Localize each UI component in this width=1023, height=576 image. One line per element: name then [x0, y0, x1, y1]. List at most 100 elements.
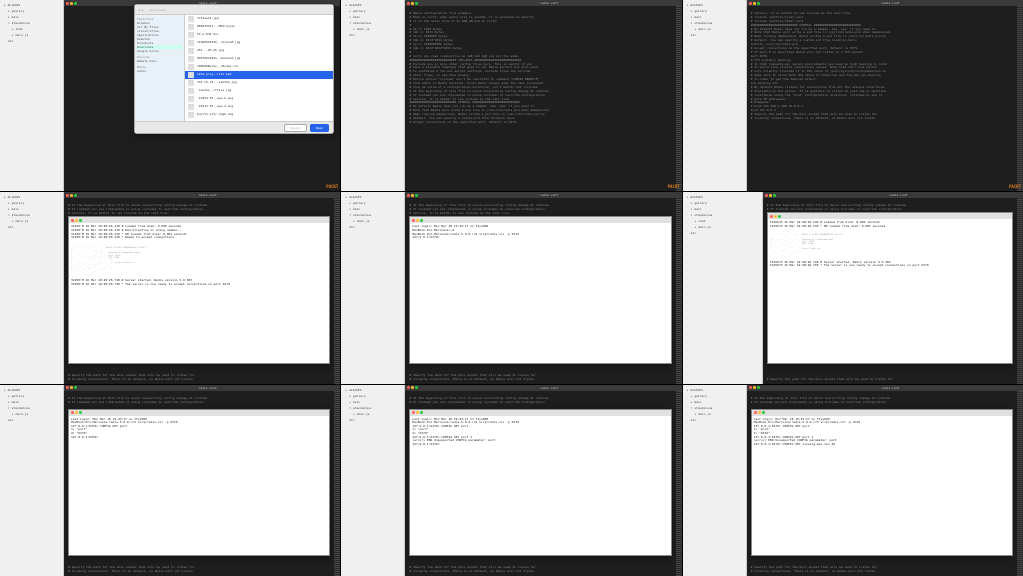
sidebar-item[interactable]: etc — [2, 224, 61, 230]
max-icon[interactable] — [79, 411, 82, 414]
terminal-window[interactable]: 31250:M 16 Mar 19:48:26.130 # Loaded fro… — [68, 216, 330, 363]
close-icon[interactable] — [71, 219, 74, 222]
minimap[interactable] — [1017, 198, 1023, 383]
min-icon[interactable] — [411, 2, 414, 5]
min-icon[interactable] — [416, 411, 419, 414]
pane-config-get: ▸ ALIASES ▸ gallery ▸ main ▾ standalone … — [0, 385, 340, 576]
term-prompt[interactable]: 127.0.0.1:6379> — [412, 236, 668, 240]
min-icon[interactable] — [758, 411, 761, 414]
sidebar-item[interactable]: etc — [2, 417, 61, 423]
close-icon[interactable] — [754, 411, 757, 414]
finder-file-list[interactable]: 1714ee14.jpg 884839431...MP4ranjan F2.e.… — [185, 15, 333, 121]
cancel-button[interactable]: Cancel — [284, 124, 307, 132]
min-icon[interactable] — [774, 215, 777, 218]
close-icon[interactable] — [66, 194, 69, 197]
fwd-icon[interactable]: ▶ — [142, 8, 144, 12]
min-icon[interactable] — [75, 411, 78, 414]
min-icon[interactable] — [753, 2, 756, 5]
file-sidebar[interactable]: ▸ ALIASES ▸ gallery ▸ main ▾ standalone … — [341, 0, 405, 191]
finder-media[interactable]: Audio — [137, 69, 182, 73]
close-icon[interactable] — [765, 194, 768, 197]
minimap[interactable] — [676, 6, 682, 191]
terminal-window[interactable]: Last login: Mon Mar 18 19:43:17 on ttys0… — [751, 409, 1013, 556]
terminal-window[interactable]: Last login: Mon Mar 18 19:43:17 on ttys0… — [409, 409, 671, 556]
file-sidebar[interactable]: ▸ ALIASES ▸ gallery ▸ main ▾ standalone … — [683, 192, 763, 383]
max-icon[interactable] — [762, 411, 765, 414]
close-icon[interactable] — [412, 411, 415, 414]
file-row[interactable]: -10412.55._www-4.png — [185, 103, 333, 111]
file-row[interactable]: 251...20-25.jpg — [185, 47, 333, 55]
file-row[interactable]: F2.e.834.doc — [185, 31, 333, 39]
minimap[interactable] — [1017, 6, 1023, 191]
file-sidebar[interactable]: ▸ ALIASES ▸ gallery ▸ main ▾ standalone … — [683, 0, 747, 191]
minimap[interactable] — [676, 391, 682, 576]
file-row[interactable]: 9957063495e..phantom.jpg — [185, 55, 333, 63]
close-icon[interactable] — [407, 194, 410, 197]
sidebar-item[interactable]: etc — [685, 417, 744, 423]
minimap[interactable] — [334, 391, 340, 576]
min-icon[interactable] — [769, 194, 772, 197]
open-button[interactable]: Open — [310, 124, 329, 132]
terminal-window[interactable]: Last login: Mon Mar 18 19:43:17 on ttys0… — [409, 216, 671, 363]
editor-main[interactable]: redis.conf # options, it is better to us… — [747, 0, 1023, 191]
file-sidebar[interactable]: ▸ ALIASES ▸ gallery ▸ main ▾ standalone … — [0, 385, 64, 576]
close-icon[interactable] — [407, 386, 410, 389]
editor-main[interactable]: redis.conf # Redis configuration file ex… — [405, 0, 681, 191]
sidebar-item[interactable]: etc — [685, 230, 760, 236]
terminal-window[interactable]: Last login: Mon Mar 18 19:43:17 on ttys0… — [68, 409, 330, 556]
sidebar-item[interactable]: etc — [685, 32, 744, 38]
min-icon[interactable] — [416, 219, 419, 222]
minimap[interactable] — [334, 198, 340, 383]
minimap[interactable] — [676, 198, 682, 383]
back-icon[interactable]: ◀ — [138, 8, 140, 12]
file-row[interactable]: 100000Byxes_./Bydes.rar — [185, 63, 333, 71]
term-cmd[interactable]: 127.0.0.1:6379> CONFIG SET slowlog-max-l… — [754, 443, 1010, 447]
file-sidebar[interactable]: ▸ ALIASES ▸ gallery ▸ main ▾ standalone … — [0, 192, 64, 383]
min-icon[interactable] — [75, 219, 78, 222]
close-icon[interactable] — [407, 2, 410, 5]
sidebar-item[interactable]: etc — [343, 417, 402, 423]
min-icon[interactable] — [70, 194, 73, 197]
file-sidebar[interactable]: ▸ ALIASES ▸ gallery ▸ main ▾ standalone … — [341, 192, 405, 383]
file-row-selected[interactable]: 1234-proj-.list.mp3 — [185, 71, 333, 79]
close-icon[interactable] — [66, 2, 69, 5]
window-title: redis.conf — [760, 386, 1021, 390]
file-row[interactable]: buyits-ar5/.img6.img — [185, 111, 333, 119]
terminal-window[interactable]: 31250:M 16 Mar 19:48:26.130 # Loaded fro… — [767, 212, 1013, 363]
finder-location[interactable]: Downloads — [150, 8, 166, 12]
close-icon[interactable] — [749, 2, 752, 5]
close-icon[interactable] — [412, 219, 415, 222]
min-icon[interactable] — [411, 386, 414, 389]
close-icon[interactable] — [749, 386, 752, 389]
max-icon[interactable] — [420, 411, 423, 414]
sidebar-item[interactable]: etc — [2, 38, 61, 44]
min-icon[interactable] — [70, 386, 73, 389]
finder-fav[interactable]: Google Drive — [137, 49, 182, 53]
file-row[interactable]: 1714ee14.jpg — [185, 15, 333, 23]
max-icon[interactable] — [420, 219, 423, 222]
term-prompt[interactable]: 127.0.0.1:6379> — [71, 435, 98, 439]
file-row[interactable]: -11054.55._www.b.png — [185, 95, 333, 103]
file-row[interactable]: -lastes_./ftsve.jpg — [185, 87, 333, 95]
finder-sidebar[interactable]: Favorites Dropbox All My Files iCloud Dr… — [135, 15, 185, 121]
min-icon[interactable] — [753, 386, 756, 389]
sidebar-item[interactable]: etc — [343, 32, 402, 38]
file-row[interactable]: 331.C5.J8...ssb32e.jpg — [185, 79, 333, 87]
file-sidebar[interactable]: ▸ ALIASES ▸ gallery ▸ main ▾ standalone … — [683, 385, 747, 576]
file-row[interactable]: 884839431...MP4ranjan — [185, 23, 333, 31]
close-icon[interactable] — [66, 386, 69, 389]
file-sidebar[interactable]: ▸ ALIASES ▸ gallery ▸ main ▾ standalone … — [341, 385, 405, 576]
close-icon[interactable] — [71, 411, 74, 414]
file-sidebar[interactable]: ▸ ALIASES ▸ gallery ▸ main ▾ standalone … — [0, 0, 64, 191]
finder-dev[interactable]: Remote Disc — [137, 59, 182, 63]
term-prompt[interactable]: 127.0.0.1:6379> — [412, 442, 439, 446]
file-row[interactable]: 11960954526_./Ace7+B.jpg — [185, 39, 333, 47]
sidebar-item[interactable]: etc — [343, 224, 402, 230]
max-icon[interactable] — [79, 219, 82, 222]
min-icon[interactable] — [70, 2, 73, 5]
max-icon[interactable] — [778, 215, 781, 218]
min-icon[interactable] — [411, 194, 414, 197]
minimap[interactable] — [1017, 391, 1023, 576]
close-icon[interactable] — [770, 215, 773, 218]
finder-dialog[interactable]: ◀ ▶ Downloads Favorites Dropbox All My F… — [134, 4, 334, 134]
